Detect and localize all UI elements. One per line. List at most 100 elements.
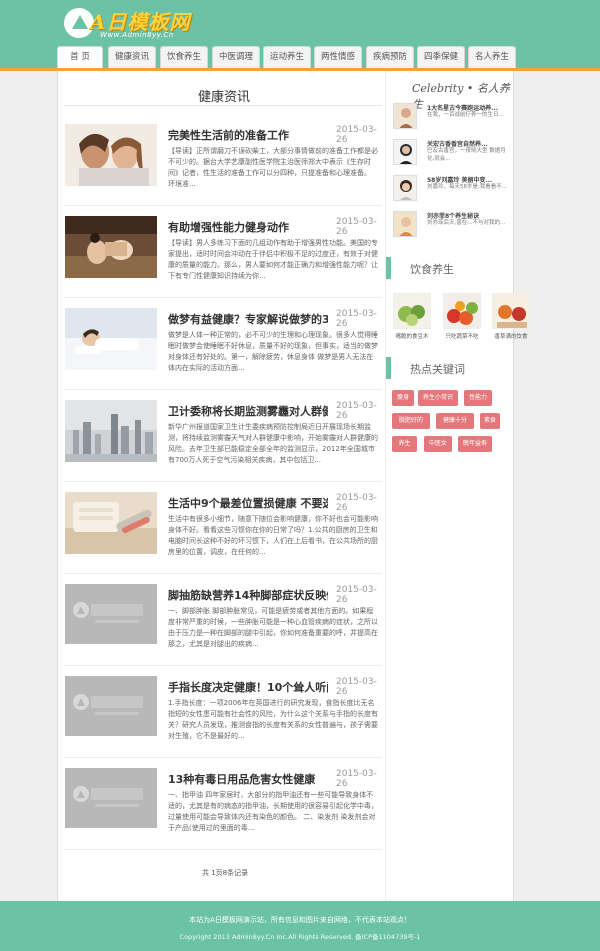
nav-item-health-news[interactable]: 健康资讯 [108, 46, 156, 68]
divider [64, 757, 382, 758]
nav-item-tcm[interactable]: 中医调理 [212, 46, 260, 68]
divider [64, 665, 382, 666]
article-summary: 一、指甲油 四年家居时，大部分的指甲油还有一些可能导致身体不适的，尤其是有的病态… [168, 791, 378, 832]
nav-item-celebrity[interactable]: 名人养生 [468, 46, 516, 68]
diet-section-header: 饮食养生 [386, 257, 514, 279]
keyword-tag[interactable]: 瘦身 [392, 390, 414, 406]
food-item[interactable]: 只吃蔬菜不吃 [443, 293, 481, 340]
article-title[interactable]: 手指长度决定健康！10个耸人听闻 [168, 679, 328, 695]
footer-copyright: Copyright 2013 Admin8yy.Cn Inc.All Right… [179, 933, 421, 941]
celebrity-item[interactable]: 刘亦菲8个养生秘诀 刘亦菲后天,曾在...不与对我的... [393, 211, 511, 241]
placeholder-logo-icon [73, 786, 89, 802]
divider [64, 389, 382, 390]
food-image [443, 293, 481, 329]
nav-item-sports[interactable]: 运动养生 [263, 46, 311, 68]
keyword-tag[interactable]: 素食 [480, 413, 500, 429]
footer-disclaimer: 本站为A日模板网演示站，所有信息和图片来自网络，不代表本站观点！ [189, 916, 411, 924]
food-image [492, 293, 530, 329]
food-caption: 只吃蔬菜不吃 [445, 334, 479, 340]
food-image [393, 293, 431, 329]
article-date: 2015-03-26 [336, 401, 377, 421]
article-thumbnail-placeholder[interactable] [65, 768, 157, 828]
article-title[interactable]: 13种有毒日用品危害女性健康 [168, 771, 328, 787]
article-list-panel: 健康资讯 完美性生活前的准备工作 2015-03-26 【导读】正所谓磨刀不误砍… [57, 71, 385, 901]
article-title[interactable]: 有助增强性能力健身动作 [168, 219, 328, 235]
list-item: 脚抽筋缺营养14种脚部症状反映健 2015-03-26 一、脚部肿胀 脚部肿胀常… [58, 584, 386, 676]
keywords-section-title: 热点关键词 [410, 363, 465, 376]
list-item: 完美性生活前的准备工作 2015-03-26 【导读】正所谓磨刀不误砍柴工，大部… [58, 124, 386, 216]
pagination-info: 共 1页8条记录 [202, 869, 249, 877]
section-title: 健康资讯 [198, 90, 251, 105]
article-date: 2015-03-26 [336, 125, 377, 145]
article-summary: 1.手指长度：一项2006年在英国进行的研究发现，食指长度比无名指短的女性患可能… [168, 699, 378, 740]
list-item: 有助增强性能力健身动作 2015-03-26 【导读】男人多练习下面的几组动作有… [58, 216, 386, 308]
keyword-tag[interactable]: 养生小常识 [418, 390, 458, 406]
article-summary: 【导读】正所谓磨刀不误砍柴工，大部分事情做前的准备工作都是必不可少的。据台大学艺… [168, 147, 378, 188]
divider [64, 297, 382, 298]
nav-item-seasons[interactable]: 四季保健 [417, 46, 465, 68]
celebrity-desc: 刘亦菲后天,曾在...不与对我的... [427, 220, 506, 226]
article-date: 2015-03-26 [336, 585, 377, 605]
placeholder-logo-icon [73, 602, 89, 618]
article-thumbnail-placeholder[interactable] [65, 676, 157, 736]
celebrity-item[interactable]: 1大名星古今赛跑运动养... 在我，一百战前疗养一的生日... [393, 103, 511, 133]
food-item[interactable]: 香草满的饮食 [492, 293, 530, 340]
celebrity-photo [393, 139, 417, 165]
article-summary: 做梦是人体一种正常的，必不可少的生理和心理现象。很多人觉得睡眠时做梦会使睡眠不好… [168, 331, 378, 372]
divider [64, 105, 382, 106]
nav-item-emotion[interactable]: 两性情感 [314, 46, 362, 68]
article-date: 2015-03-26 [336, 309, 377, 329]
nav-item-diet[interactable]: 饮食养生 [160, 46, 208, 68]
food-caption: 香草满的饮食 [494, 334, 528, 340]
article-thumbnail[interactable] [65, 216, 157, 278]
keyword-tag[interactable]: 性能力 [464, 390, 492, 406]
article-title[interactable]: 生活中9个最差位置损健康 不要选 [168, 495, 328, 511]
article-title[interactable]: 脚抽筋缺营养14种脚部症状反映健 [168, 587, 328, 603]
keyword-tag[interactable]: 健康十分 [436, 413, 474, 429]
divider [64, 481, 382, 482]
celebrity-item[interactable]: 58岁刘嘉玲 美丽中变... 刘嘉玲，每天58岁是,我看看不... [393, 175, 511, 205]
celebrity-desc: 刘嘉玲，每天58岁是,我看看不... [427, 184, 507, 190]
keyword-tag[interactable]: 养生 [392, 436, 417, 452]
header: A日模板网 Www.Admin8yy.Cn 首 页 健康资讯 饮食养生 中医调理… [0, 0, 600, 70]
celebrity-photo [393, 103, 417, 129]
celebrity-item[interactable]: 关宏古香香宫自然养... 巴宏古香宫，一夜晓大型 数据月化,就会... [393, 139, 511, 169]
list-item: 手指长度决定健康！10个耸人听闻 2015-03-26 1.手指长度：一项200… [58, 676, 386, 768]
food-caption: 嘴脆的食豆木 [395, 334, 429, 340]
food-item[interactable]: 嘴脆的食豆木 [393, 293, 431, 340]
article-thumbnail[interactable] [65, 124, 157, 186]
article-thumbnail[interactable] [65, 308, 157, 370]
article-date: 2015-03-26 [336, 493, 377, 513]
keyword-tag[interactable]: 晚年益寿 [458, 436, 492, 452]
article-title[interactable]: 完美性生活前的准备工作 [168, 127, 328, 143]
list-item: 13种有毒日用品危害女性健康 2015-03-26 一、指甲油 四年家居时，大部… [58, 768, 386, 860]
article-date: 2015-03-26 [336, 769, 377, 789]
keywords-section-header: 热点关键词 [386, 357, 514, 379]
divider [64, 849, 382, 850]
celebrity-desc: 巴宏古香宫，一夜晓大型 数据月化,就会... [427, 148, 506, 162]
main-nav: 首 页 健康资讯 饮食养生 中医调理 运动养生 两性情感 疾病预防 四季保健 名… [57, 46, 517, 68]
article-title[interactable]: 卫计委称将长期监测雾霾对人群健 [168, 403, 328, 419]
article-title[interactable]: 做梦有益健康？专家解说做梦的3 [168, 311, 328, 327]
nav-item-home[interactable]: 首 页 [57, 46, 103, 68]
sidebar: Celebrity • 名人养生 1大名星古今赛跑运动养... 在我，一百战前疗… [386, 71, 530, 901]
list-item: 生活中9个最差位置损健康 不要选 2015-03-26 生活中有很多小细节，随意… [58, 492, 386, 584]
site-logo[interactable]: A日模板网 Www.Admin8yy.Cn [64, 6, 204, 42]
footer: 本站为A日模板网演示站，所有信息和图片来自网络，不代表本站观点！ Copyrig… [0, 901, 600, 951]
article-thumbnail[interactable] [65, 400, 157, 462]
article-summary: 【导读】男人多练习下面的几组动作有助于增强男性功能。美国的专家提出，适时时间会冲… [168, 239, 378, 280]
logo-subtitle: Www.Admin8yy.Cn [100, 31, 174, 39]
keyword-tag[interactable]: 脱肥好的 [392, 413, 430, 429]
keyword-tag[interactable]: 中医女 [424, 436, 452, 452]
celebrity-photo [393, 211, 417, 237]
article-thumbnail[interactable] [65, 492, 157, 554]
article-summary: 新华广州报道国家卫生计生委疾病预防控制局近日开展现场长期监测，将持续监测雾霾天气… [168, 423, 378, 464]
list-item: 卫计委称将长期监测雾霾对人群健 2015-03-26 新华广州报道国家卫生计生委… [58, 400, 386, 492]
article-thumbnail-placeholder[interactable] [65, 584, 157, 644]
divider [64, 573, 382, 574]
nav-item-prevention[interactable]: 疾病预防 [366, 46, 414, 68]
article-date: 2015-03-26 [336, 677, 377, 697]
diet-section-title: 饮食养生 [410, 263, 454, 276]
placeholder-logo-icon [73, 694, 89, 710]
list-item: 做梦有益健康？专家解说做梦的3 2015-03-26 做梦是人体一种正常的，必不… [58, 308, 386, 400]
